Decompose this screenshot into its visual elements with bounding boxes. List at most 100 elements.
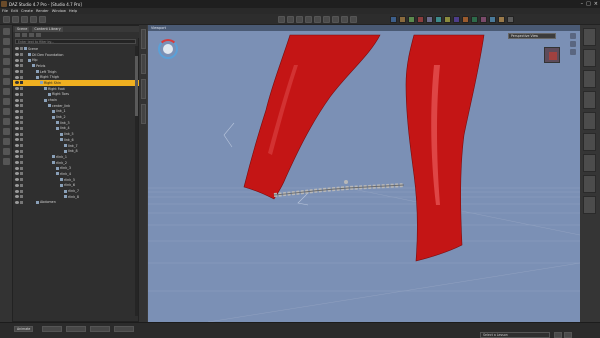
right-tab-8[interactable] bbox=[583, 175, 596, 193]
content-thumbnail-6[interactable] bbox=[435, 16, 442, 23]
visibility-eye-icon[interactable] bbox=[15, 126, 19, 130]
visibility-eye-icon[interactable] bbox=[15, 144, 19, 148]
save-button[interactable] bbox=[21, 16, 28, 23]
right-tab-2[interactable] bbox=[583, 49, 596, 67]
content-thumbnail-1[interactable] bbox=[390, 16, 397, 23]
bottom-tab-3[interactable] bbox=[66, 326, 86, 332]
visibility-eye-icon[interactable] bbox=[15, 200, 19, 204]
collapse-icon[interactable] bbox=[29, 33, 34, 37]
content-thumbnail-8[interactable] bbox=[453, 16, 460, 23]
tab-animate[interactable]: Animate bbox=[14, 326, 34, 332]
filter-icon[interactable] bbox=[15, 33, 20, 37]
menu-file[interactable]: File bbox=[2, 9, 8, 13]
menu-window[interactable]: Window bbox=[52, 9, 66, 13]
lock-icon[interactable] bbox=[20, 178, 23, 182]
visibility-eye-icon[interactable] bbox=[15, 115, 19, 119]
visibility-eye-icon[interactable] bbox=[15, 195, 19, 199]
lock-icon[interactable] bbox=[20, 195, 23, 199]
content-thumbnail-3[interactable] bbox=[408, 16, 415, 23]
scene-search-input[interactable]: Enter text to filter by... bbox=[15, 39, 136, 44]
node-weight-tool-button[interactable] bbox=[314, 16, 321, 23]
visibility-eye-icon[interactable] bbox=[15, 161, 19, 165]
new-scene-button[interactable] bbox=[3, 16, 10, 23]
prop-icon[interactable] bbox=[2, 148, 10, 155]
right-tab-6[interactable] bbox=[583, 133, 596, 151]
export-icon[interactable] bbox=[2, 98, 10, 105]
visibility-eye-icon[interactable] bbox=[15, 166, 19, 170]
close-button[interactable]: × bbox=[594, 1, 598, 7]
visibility-eye-icon[interactable] bbox=[15, 109, 19, 113]
view-navigation-icon[interactable] bbox=[158, 39, 178, 59]
content-thumbnail-14[interactable] bbox=[507, 16, 514, 23]
view-cube-icon[interactable] bbox=[544, 47, 560, 63]
lock-icon[interactable] bbox=[20, 109, 23, 113]
visibility-eye-icon[interactable] bbox=[15, 178, 19, 182]
menu-edit[interactable]: Edit bbox=[11, 9, 18, 13]
lock-icon[interactable] bbox=[20, 115, 23, 119]
open-icon[interactable] bbox=[2, 48, 10, 55]
tab-content-library[interactable]: Content Library bbox=[32, 26, 63, 32]
visibility-eye-icon[interactable] bbox=[15, 70, 19, 74]
new-icon[interactable] bbox=[2, 38, 10, 45]
right-tab-9[interactable] bbox=[583, 196, 596, 214]
visibility-eye-icon[interactable] bbox=[15, 172, 19, 176]
universal-tool-button[interactable] bbox=[278, 16, 285, 23]
visibility-eye-icon[interactable] bbox=[15, 87, 19, 91]
visibility-eye-icon[interactable] bbox=[15, 189, 19, 193]
lock-icon[interactable] bbox=[20, 121, 23, 125]
tree-row[interactable]: Abdomen bbox=[13, 200, 140, 206]
undo-icon[interactable] bbox=[2, 68, 10, 75]
content-thumbnail-5[interactable] bbox=[426, 16, 433, 23]
scene-scrollbar[interactable] bbox=[135, 46, 138, 316]
content-thumbnail-4[interactable] bbox=[417, 16, 424, 23]
visibility-eye-icon[interactable] bbox=[15, 64, 19, 68]
lock-icon[interactable] bbox=[20, 64, 23, 68]
visibility-eye-icon[interactable] bbox=[15, 121, 19, 125]
lock-icon[interactable] bbox=[20, 75, 23, 79]
right-tab-5[interactable] bbox=[583, 112, 596, 130]
visibility-eye-icon[interactable] bbox=[15, 58, 19, 62]
lock-icon[interactable] bbox=[20, 81, 23, 85]
pane-toggle-icon[interactable] bbox=[2, 28, 10, 35]
lock-icon[interactable] bbox=[20, 200, 23, 204]
camera-selector[interactable]: Perspective View bbox=[508, 33, 556, 39]
menu-help[interactable]: Help bbox=[69, 9, 77, 13]
expand-icon[interactable] bbox=[22, 33, 27, 37]
scale-tool-button[interactable] bbox=[305, 16, 312, 23]
lock-icon[interactable] bbox=[20, 98, 23, 102]
render-settings-icon[interactable] bbox=[2, 108, 10, 115]
lock-icon[interactable] bbox=[20, 166, 23, 170]
render-button[interactable] bbox=[350, 16, 357, 23]
right-tab-4[interactable] bbox=[583, 91, 596, 109]
lock-icon[interactable] bbox=[20, 138, 23, 142]
content-thumbnail-11[interactable] bbox=[480, 16, 487, 23]
figure-icon[interactable] bbox=[2, 138, 10, 145]
camera-tool-button[interactable] bbox=[341, 16, 348, 23]
side-tab-4[interactable] bbox=[140, 104, 146, 124]
redo-icon[interactable] bbox=[2, 78, 10, 85]
options-icon[interactable] bbox=[36, 33, 41, 37]
visibility-eye-icon[interactable] bbox=[15, 92, 19, 96]
surface-tool-button[interactable] bbox=[332, 16, 339, 23]
import-icon[interactable] bbox=[2, 88, 10, 95]
lock-icon[interactable] bbox=[20, 189, 23, 193]
content-thumbnail-9[interactable] bbox=[462, 16, 469, 23]
translate-tool-button[interactable] bbox=[296, 16, 303, 23]
lock-icon[interactable] bbox=[20, 183, 23, 187]
content-thumbnail-10[interactable] bbox=[471, 16, 478, 23]
lesson-prev-button[interactable] bbox=[554, 332, 562, 338]
content-thumbnail-12[interactable] bbox=[489, 16, 496, 23]
side-tab-3[interactable] bbox=[140, 79, 146, 99]
right-tab-7[interactable] bbox=[583, 154, 596, 172]
joint-editor-button[interactable] bbox=[323, 16, 330, 23]
lock-icon[interactable] bbox=[20, 70, 23, 74]
lock-icon[interactable] bbox=[20, 87, 23, 91]
content-thumbnail-13[interactable] bbox=[498, 16, 505, 23]
save-icon[interactable] bbox=[2, 58, 10, 65]
open-button[interactable] bbox=[12, 16, 19, 23]
visibility-eye-icon[interactable] bbox=[15, 183, 19, 187]
rotate-tool-button[interactable] bbox=[287, 16, 294, 23]
bottom-tab-5[interactable] bbox=[114, 326, 134, 332]
lock-icon[interactable] bbox=[20, 161, 23, 165]
visibility-eye-icon[interactable] bbox=[15, 47, 19, 51]
